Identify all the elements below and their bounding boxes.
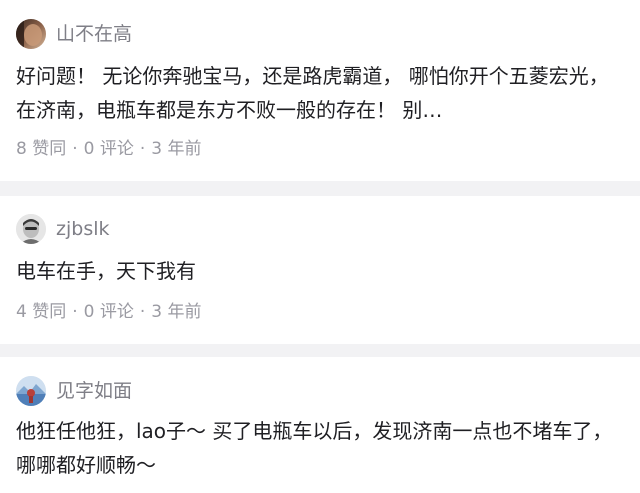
comment-text[interactable]: 好问题！ 无论你奔驰宝马，还是路虎霸道， 哪怕你开个五菱宏光， 在济南，电瓶车都… xyxy=(16,59,622,127)
reply-count[interactable]: 0 评论 xyxy=(84,302,134,322)
comment-card[interactable]: zjbslk 电车在手，天下我有 4 赞同 · 0 评论 · 3 年前 xyxy=(0,196,640,344)
comment-text[interactable]: 电车在手，天下我有 xyxy=(16,254,622,288)
timestamp: 3 年前 xyxy=(151,302,202,322)
comment-text[interactable]: 他狂任他狂，lao子～ 买了电瓶车以后，发现济南一点也不堵车了，哪哪都好顺畅～ xyxy=(16,414,622,482)
comment-card[interactable]: 山不在高 好问题！ 无论你奔驰宝马，还是路虎霸道， 哪怕你开个五菱宏光， 在济南… xyxy=(0,0,640,181)
username[interactable]: 山不在高 xyxy=(56,18,132,50)
comment-author[interactable]: 见字如面 xyxy=(16,375,132,407)
reply-count[interactable]: 0 评论 xyxy=(84,139,134,159)
meta-separator: · xyxy=(139,139,146,159)
meta-separator: · xyxy=(139,302,146,322)
comment-meta: 8 赞同 · 0 评论 · 3 年前 xyxy=(16,137,202,161)
comment-card[interactable]: 见字如面 他狂任他狂，lao子～ 买了电瓶车以后，发现济南一点也不堵车了，哪哪都… xyxy=(0,357,640,493)
username[interactable]: zjbslk xyxy=(56,213,110,245)
comment-author[interactable]: zjbslk xyxy=(16,213,110,245)
timestamp: 3 年前 xyxy=(151,139,202,159)
meta-separator: · xyxy=(72,139,78,159)
avatar-photo-gray-icon[interactable] xyxy=(16,214,46,244)
avatar-photo-warm-icon[interactable] xyxy=(16,19,46,49)
comment-meta: 4 赞同 · 0 评论 · 3 年前 xyxy=(16,300,202,324)
meta-separator: · xyxy=(72,302,78,322)
comment-feed: 山不在高 好问题！ 无论你奔驰宝马，还是路虎霸道， 哪怕你开个五菱宏光， 在济南… xyxy=(0,0,640,493)
avatar-photo-scenery-icon[interactable] xyxy=(16,376,46,406)
comment-author[interactable]: 山不在高 xyxy=(16,18,132,50)
like-count[interactable]: 4 赞同 xyxy=(16,302,66,322)
like-count[interactable]: 8 赞同 xyxy=(16,139,66,159)
username[interactable]: 见字如面 xyxy=(56,375,132,407)
